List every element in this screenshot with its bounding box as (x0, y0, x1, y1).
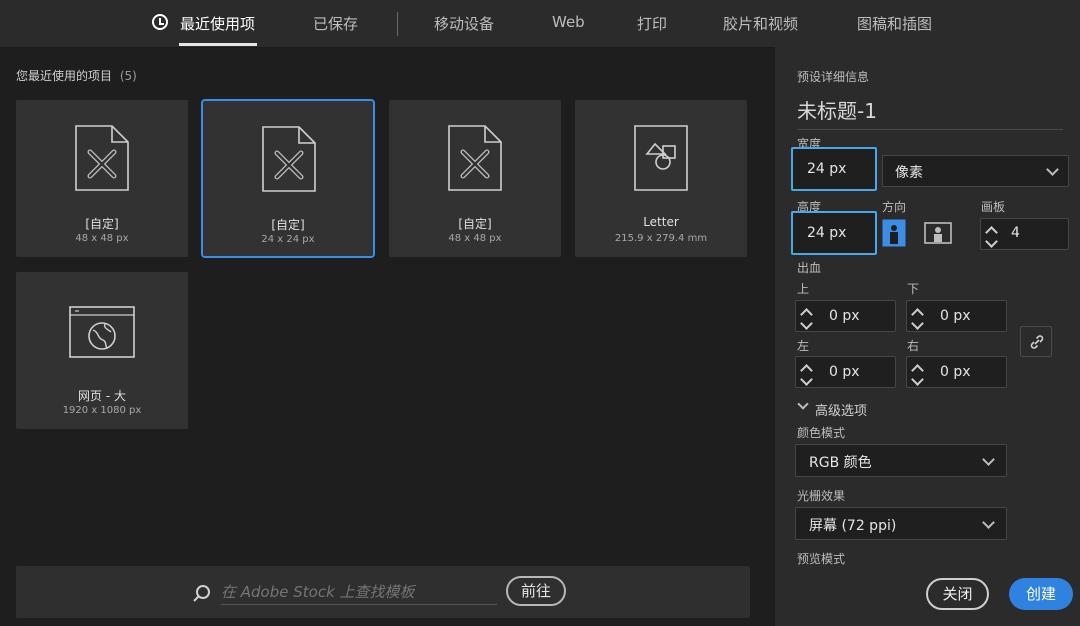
artboards-field[interactable]: 4 (980, 218, 1069, 250)
recent-item-card[interactable]: Letter 215.9 x 279.4 mm (575, 100, 747, 257)
bleed-left-value: 0 px (829, 364, 860, 380)
card-name: [自定] (271, 218, 305, 232)
chevron-down-icon (982, 516, 995, 529)
recent-item-card-selected[interactable]: [自定] 24 x 24 px (201, 99, 375, 258)
tab-saved[interactable]: 已保存 (313, 13, 358, 34)
bleed-bottom-label: 下 (907, 282, 920, 296)
unit-select[interactable]: 像素 (882, 155, 1069, 187)
chevron-down-icon (982, 453, 995, 466)
artboard-file-icon (75, 125, 129, 191)
chevron-down-icon (1046, 163, 1059, 176)
card-size: 215.9 x 279.4 mm (614, 233, 708, 244)
card-size: 1920 x 1080 px (62, 405, 142, 416)
raster-effects-label: 光栅效果 (797, 489, 846, 503)
unit-value: 像素 (895, 165, 923, 181)
search-icon (193, 585, 210, 602)
preset-name-field[interactable]: 未标题-1 (797, 95, 1063, 130)
landscape-orientation-icon[interactable] (924, 222, 952, 244)
recent-item-card[interactable]: 网页 - 大 1920 x 1080 px (16, 272, 188, 429)
card-name: Letter (643, 215, 679, 229)
orientation-label: 方向 (882, 200, 907, 214)
artboards-value: 4 (1011, 225, 1020, 241)
link-bleed-button[interactable] (1020, 326, 1052, 357)
link-icon (1030, 335, 1044, 349)
card-name: 网页 - 大 (78, 389, 126, 403)
bleed-top-field[interactable]: 0 px (795, 300, 896, 332)
bleed-right-value: 0 px (940, 364, 971, 380)
artboards-label: 画板 (981, 200, 1006, 214)
preview-mode-label: 预览模式 (797, 552, 846, 566)
artboard-file-icon (448, 125, 502, 191)
preset-details-panel: 预设详细信息 未标题-1 宽度 24 px 像素 高度 方向 画板 24 px … (775, 47, 1080, 626)
card-name: [自定] (85, 217, 119, 231)
tab-film-video[interactable]: 胶片和视频 (723, 13, 798, 34)
web-globe-icon (69, 306, 135, 358)
height-value: 24 px (807, 225, 847, 241)
bleed-top-value: 0 px (829, 308, 860, 324)
preset-section-title: 预设详细信息 (797, 70, 870, 84)
tab-print[interactable]: 打印 (637, 13, 667, 34)
bleed-left-label: 左 (797, 339, 810, 353)
tab-separator (397, 12, 398, 36)
bleed-right-label: 右 (907, 339, 920, 353)
stock-search-bar: 前往 (16, 566, 750, 618)
close-button[interactable]: 关闭 (926, 578, 989, 610)
width-value: 24 px (807, 161, 847, 177)
recent-title-text: 您最近使用的项目 (16, 69, 113, 83)
card-size: 24 x 24 px (261, 234, 315, 245)
artboard-file-icon (262, 126, 316, 192)
width-field[interactable]: 24 px (791, 147, 877, 191)
bleed-right-field[interactable]: 0 px (906, 356, 1007, 388)
portrait-orientation-icon[interactable] (882, 219, 906, 247)
bleed-bottom-value: 0 px (940, 308, 971, 324)
bleed-top-label: 上 (797, 282, 810, 296)
color-mode-value: RGB 颜色 (809, 455, 872, 471)
chevron-down-icon (797, 398, 809, 410)
clock-icon (152, 14, 168, 30)
go-button[interactable]: 前往 (506, 576, 566, 606)
tab-recent[interactable]: 最近使用项 (180, 13, 255, 34)
tab-art-illustration[interactable]: 图稿和插图 (857, 13, 932, 34)
recent-item-card[interactable]: [自定] 48 x 48 px (389, 100, 561, 257)
recent-item-card[interactable]: [自定] 48 x 48 px (16, 100, 188, 257)
active-tab-indicator (179, 43, 257, 46)
color-mode-label: 颜色模式 (797, 426, 846, 440)
bleed-label: 出血 (797, 261, 822, 275)
tab-mobile[interactable]: 移动设备 (434, 13, 494, 34)
print-file-icon (634, 125, 688, 191)
raster-effects-value: 屏幕 (72 ppi) (809, 518, 897, 534)
advanced-options-label: 高级选项 (815, 404, 868, 419)
recent-section-title: 您最近使用的项目 (5) (16, 67, 137, 84)
bleed-bottom-field[interactable]: 0 px (906, 300, 1007, 332)
stock-search-input[interactable] (221, 580, 497, 605)
height-field[interactable]: 24 px (791, 211, 877, 255)
raster-effects-select[interactable]: 屏幕 (72 ppi) (795, 507, 1007, 540)
card-name: [自定] (458, 217, 492, 231)
tab-web[interactable]: Web (552, 13, 585, 31)
color-mode-select[interactable]: RGB 颜色 (795, 444, 1007, 477)
create-button[interactable]: 创建 (1009, 578, 1073, 610)
top-nav: 最近使用项 已保存 移动设备 Web 打印 胶片和视频 图稿和插图 (0, 0, 1080, 48)
card-size: 48 x 48 px (448, 233, 502, 244)
recent-count: (5) (119, 69, 137, 83)
card-size: 48 x 48 px (75, 233, 129, 244)
bleed-left-field[interactable]: 0 px (795, 356, 896, 388)
